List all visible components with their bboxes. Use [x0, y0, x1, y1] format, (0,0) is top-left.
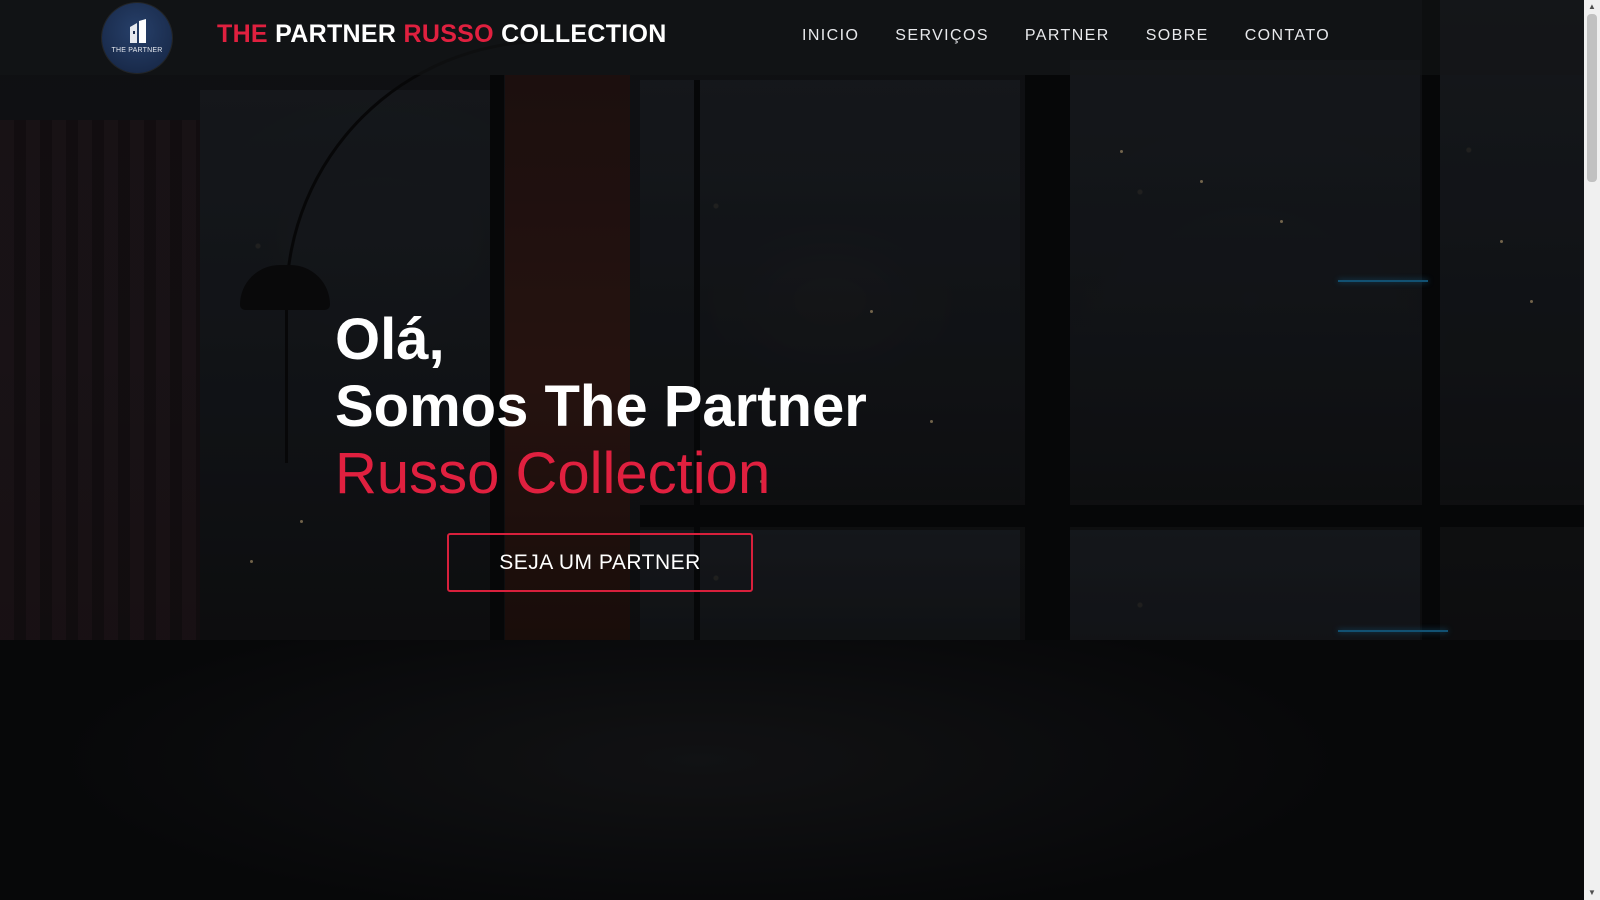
brand-word-collection: COLLECTION	[501, 20, 667, 48]
main-nav: INICIO SERVIÇOS PARTNER SOBRE CONTATO	[802, 27, 1366, 45]
hero-title-accent: Russo Collection	[335, 441, 771, 506]
brand-word-partner: PARTNER	[275, 20, 397, 48]
top-navbar: THE PARTNER THE PARTNER RUSSO COLLECTION…	[0, 0, 1584, 75]
hero-title: Somos The Partner	[335, 374, 867, 439]
landing-page: THE PARTNER THE PARTNER RUSSO COLLECTION…	[0, 0, 1600, 900]
brand-title[interactable]: THE PARTNER RUSSO COLLECTION	[217, 20, 667, 49]
nav-link-contato[interactable]: CONTATO	[1245, 27, 1330, 45]
hero-greeting: Olá,	[335, 307, 445, 372]
page-scrollbar[interactable]: ▲ ▼	[1584, 0, 1600, 900]
nav-link-servicos[interactable]: SERVIÇOS	[895, 27, 989, 45]
nav-link-partner[interactable]: PARTNER	[1025, 27, 1110, 45]
scrollbar-thumb[interactable]	[1587, 14, 1597, 182]
become-partner-button[interactable]: SEJA UM PARTNER	[447, 533, 753, 592]
nav-link-sobre[interactable]: SOBRE	[1146, 27, 1209, 45]
hero-heading: Olá, Somos The Partner Russo Collection	[335, 306, 867, 507]
arrow-up-icon[interactable]: ▲	[1584, 0, 1600, 14]
building-logo-icon	[130, 19, 146, 43]
logo[interactable]: THE PARTNER	[102, 3, 172, 73]
logo-text: THE PARTNER	[111, 47, 163, 54]
brand-word-the: THE	[217, 20, 268, 48]
arrow-down-icon[interactable]: ▼	[1584, 886, 1600, 900]
brand-word-russo: RUSSO	[403, 20, 494, 48]
nav-link-inicio[interactable]: INICIO	[802, 27, 859, 45]
